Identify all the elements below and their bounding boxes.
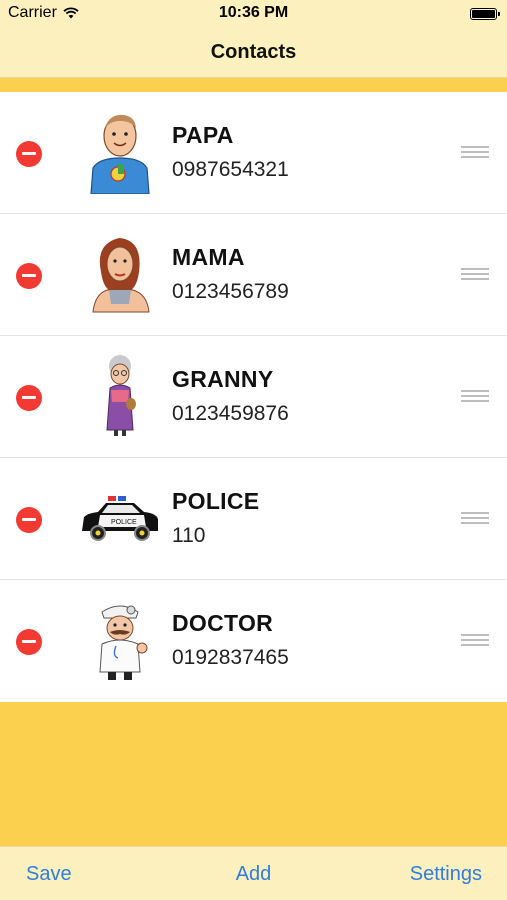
contact-phone: 0192837465 [172,646,289,669]
delete-contact-button[interactable] [16,385,42,411]
granny-cartoon-icon [78,352,162,440]
contact-row[interactable]: PAPA 0987654321 [0,92,507,214]
reorder-handle-icon[interactable] [461,268,489,282]
contact-phone: 0123459876 [172,402,289,425]
reorder-handle-icon[interactable] [461,390,489,404]
status-time: 10:36 PM [218,4,289,21]
contact-phone: 110 [172,524,206,547]
delete-contact-button[interactable] [16,141,42,167]
delete-contact-button[interactable] [16,263,42,289]
contact-row[interactable]: POLICE POLICE 110 [0,458,507,580]
reorder-handle-icon[interactable] [461,512,489,526]
delete-contact-button[interactable] [16,507,42,533]
contact-phone: 0987654321 [172,158,289,181]
father-cartoon-icon [78,108,162,196]
reorder-handle-icon[interactable] [461,146,489,160]
contacts-list: PAPA 0987654321 MAMA 0123456789 GRANNY 0… [0,92,507,702]
svg-text:POLICE: POLICE [111,519,137,526]
settings-button[interactable]: Settings [410,863,482,886]
contact-row[interactable]: DOCTOR 0192837465 [0,580,507,702]
status-bar: Carrier 10:36 PM [0,0,507,28]
contact-name: GRANNY [172,366,274,392]
police-car-icon: POLICE [78,474,162,562]
delete-contact-button[interactable] [16,629,42,655]
contact-name: MAMA [172,244,245,270]
contact-row[interactable]: MAMA 0123456789 [0,214,507,336]
contact-phone: 0123456789 [172,280,289,303]
contact-name: PAPA [172,122,234,148]
mother-cartoon-icon [78,230,162,318]
doctor-cartoon-icon [78,596,162,684]
contact-row[interactable]: GRANNY 0123459876 [0,336,507,458]
page-title: Contacts [210,41,297,63]
battery-icon [470,8,500,20]
contact-name: DOCTOR [172,610,274,636]
reorder-handle-icon[interactable] [461,634,489,648]
navigation-bar: Contacts [0,28,507,78]
bottom-toolbar: Save Add Settings [0,846,507,900]
contact-name: POLICE [172,488,260,514]
